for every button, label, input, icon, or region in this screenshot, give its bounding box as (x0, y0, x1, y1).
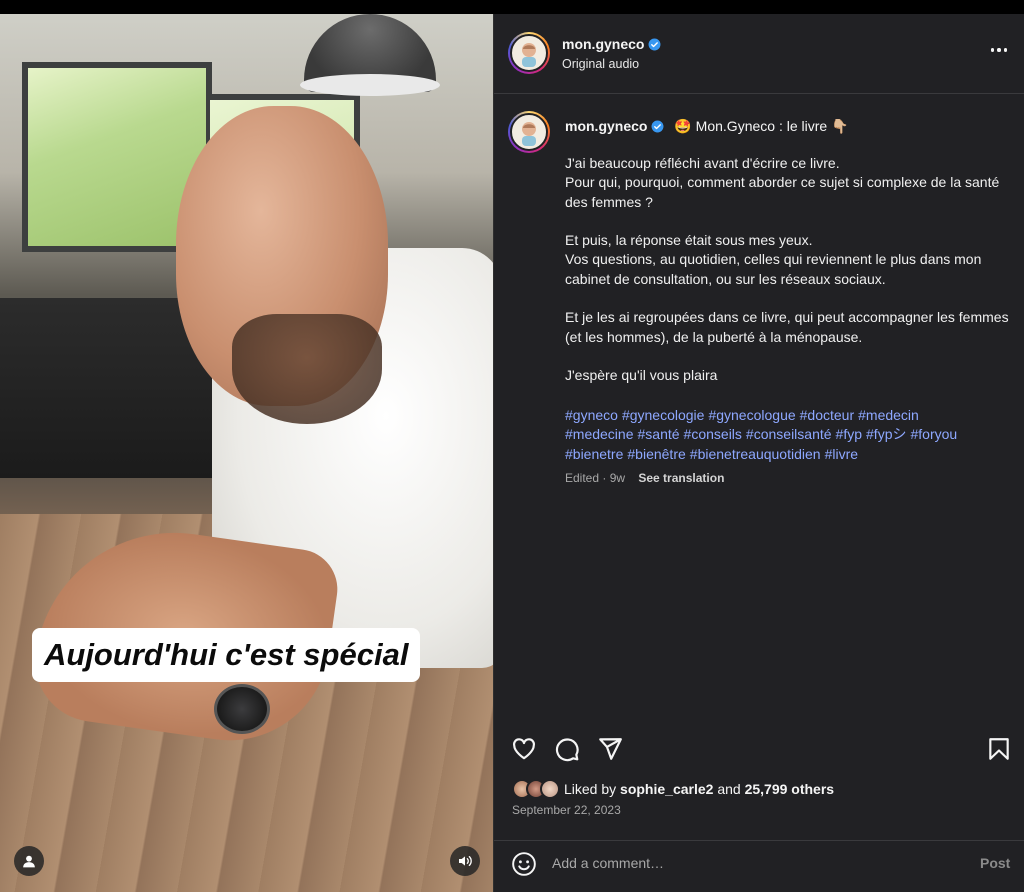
hashtag-list: #gyneco #gynecologie #gynecologue #docteur #… (565, 406, 1015, 464)
comment-icon[interactable] (554, 736, 580, 762)
liked-by-user-link[interactable]: sophie_carle2 (620, 781, 713, 797)
verified-icon (649, 38, 661, 51)
see-translation-link[interactable]: See translation (638, 471, 724, 485)
caption-paragraph: Et je les ai regroupées dans ce livre, q… (565, 309, 1009, 345)
caption-text: J'ai beaucoup réfléchi avant d'écrire ce… (565, 154, 1015, 405)
post-actions (494, 732, 1024, 766)
hashtag-link[interactable]: #gynecologie (622, 407, 705, 423)
likes-count-link[interactable]: 25,799 others (745, 781, 835, 797)
caption-paragraph: J'espère qu'il vous plaira (565, 367, 718, 384)
avatar-illustration-icon (522, 122, 536, 146)
liked-by-and: and (717, 781, 741, 797)
audio-toggle-button[interactable] (450, 846, 480, 876)
post-panel: mon.gyneco Original audio mon.gyneco 🤩 M… (493, 14, 1024, 892)
audio-label[interactable]: Original audio (562, 57, 639, 71)
hashtag-link[interactable]: #fyp (836, 426, 862, 442)
likes-summary[interactable]: Liked by sophie_carle2 and 25,799 others (512, 778, 834, 800)
caption-title: 🤩 Mon.Gyneco : le livre 👇🏼 (674, 118, 849, 134)
edited-timestamp: Edited · 9w (565, 471, 626, 485)
author-avatar[interactable] (508, 32, 550, 74)
user-tag-icon (23, 855, 35, 868)
video-caption-overlay: Aujourd'hui c'est spécial (32, 628, 421, 682)
hashtag-link[interactable]: #gyneco (565, 407, 618, 423)
likes-text: Liked by sophie_carle2 and 25,799 others (564, 781, 834, 797)
tagged-users-button[interactable] (14, 846, 44, 876)
video-lamp-shade (300, 74, 440, 96)
caption-paragraph: Et puis, la réponse était sous mes yeux.… (565, 232, 982, 287)
bookmark-icon[interactable] (986, 736, 1012, 762)
hashtag-link[interactable]: #conseils (684, 426, 742, 442)
post-comment-button[interactable]: Post (980, 855, 1010, 871)
caption-author-avatar[interactable] (508, 111, 550, 153)
emoji-icon[interactable] (511, 851, 537, 877)
reel-video[interactable]: Aujourd'hui c'est spécial (0, 14, 493, 892)
video-person-beard (232, 314, 382, 424)
hashtag-link[interactable]: #livre (825, 446, 858, 462)
hashtag-link[interactable]: #fypシ (866, 426, 906, 442)
caption-paragraph: J'ai beaucoup réfléchi avant d'écrire ce… (565, 155, 1000, 210)
hashtag-link[interactable]: #medecine (565, 426, 634, 442)
comment-input[interactable] (552, 851, 952, 875)
share-icon[interactable] (597, 736, 623, 762)
hashtag-link[interactable]: #bienetre (565, 446, 623, 462)
hashtag-link[interactable]: #santé (638, 426, 680, 442)
heart-icon[interactable] (511, 736, 537, 762)
hashtag-link[interactable]: #foryou (910, 426, 957, 442)
post-header: mon.gyneco Original audio (494, 14, 1024, 94)
comment-bar: Post (494, 840, 1024, 892)
hashtag-link[interactable]: #medecin (858, 407, 919, 423)
avatar-illustration-icon (522, 43, 536, 67)
volume-icon (459, 856, 472, 866)
post-date[interactable]: September 22, 2023 (512, 803, 621, 817)
caption-author-username[interactable]: mon.gyneco (565, 118, 647, 134)
hashtag-link[interactable]: #conseilsanté (746, 426, 832, 442)
more-options-button[interactable] (988, 42, 1010, 58)
more-icon (990, 48, 995, 52)
author-username[interactable]: mon.gyneco (562, 36, 644, 52)
verified-icon (652, 120, 664, 133)
liker-avatars (512, 779, 560, 799)
hashtag-link[interactable]: #gynecologue (708, 407, 795, 423)
video-watch (214, 684, 270, 734)
caption-meta: Edited · 9w See translation (565, 471, 724, 485)
hashtag-link[interactable]: #docteur (800, 407, 854, 423)
hashtag-link[interactable]: #bienêtre (627, 446, 685, 462)
liker-avatar (540, 779, 560, 799)
liked-by-label: Liked by (564, 781, 617, 797)
hashtag-link[interactable]: #bienetreauquotidien (690, 446, 821, 462)
